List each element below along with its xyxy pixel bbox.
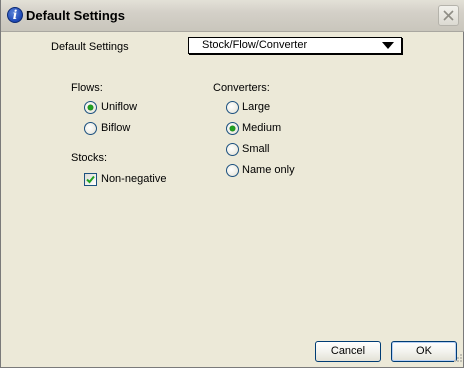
small-label[interactable]: Small [242,143,270,155]
biflow-radio[interactable] [84,122,97,135]
settings-type-dropdown[interactable]: Stock/Flow/Converter [188,37,402,54]
default-settings-dialog: i Default Settings Default Settings Stoc… [0,0,464,368]
name-only-radio[interactable] [226,164,239,177]
name-only-label[interactable]: Name only [242,164,295,176]
ok-button[interactable]: OK [391,341,457,362]
resize-grip-icon[interactable] [451,353,463,365]
title-bar[interactable]: i Default Settings [1,0,464,32]
close-button[interactable] [438,5,459,26]
dropdown-value: Stock/Flow/Converter [202,39,308,51]
stocks-label: Stocks: [71,152,108,164]
default-settings-label: Default Settings [51,41,129,53]
flows-label: Flows: [71,82,103,94]
info-icon: i [7,7,23,23]
close-icon [443,10,454,21]
uniflow-label[interactable]: Uniflow [101,101,137,113]
large-radio[interactable] [226,101,239,114]
checkmark-icon [86,175,95,184]
cancel-button[interactable]: Cancel [315,341,381,362]
non-negative-checkbox[interactable] [84,173,97,186]
converters-label: Converters: [213,82,270,94]
medium-radio[interactable] [226,122,239,135]
window-title: Default Settings [26,8,125,23]
non-negative-label[interactable]: Non-negative [101,173,166,185]
uniflow-radio[interactable] [84,101,97,114]
biflow-label[interactable]: Biflow [101,122,130,134]
small-radio[interactable] [226,143,239,156]
chevron-down-icon [382,42,394,49]
medium-label[interactable]: Medium [242,122,281,134]
large-label[interactable]: Large [242,101,270,113]
